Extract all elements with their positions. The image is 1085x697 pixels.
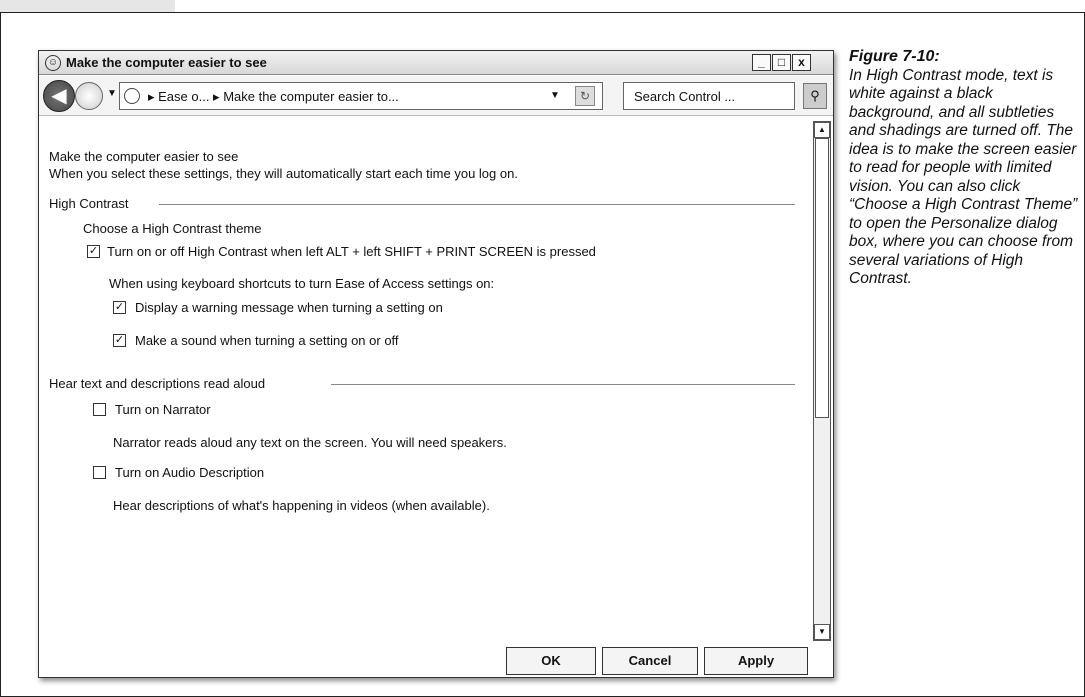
scroll-down-icon[interactable]: ▼ [814, 624, 830, 640]
section-high-contrast: High Contrast [49, 196, 799, 212]
page-heading: Make the computer easier to see [49, 149, 239, 164]
maximize-button[interactable]: □ [772, 54, 791, 71]
window-title: Make the computer easier to see [66, 55, 267, 70]
caption-body: In High Contrast mode, text is white aga… [849, 66, 1078, 288]
section-divider [331, 384, 795, 385]
narrator-label: Turn on Narrator [115, 402, 211, 417]
forward-button[interactable] [75, 82, 103, 110]
audio-description-checkbox[interactable] [93, 466, 106, 479]
make-sound-label: Make a sound when turning a setting on o… [135, 333, 399, 348]
warning-message-label: Display a warning message when turning a… [135, 300, 443, 315]
recent-pages-dropdown-icon[interactable]: ▼ [107, 88, 117, 99]
choose-theme-link[interactable]: Choose a High Contrast theme [83, 221, 261, 236]
section-title: Hear text and descriptions read aloud [49, 376, 270, 391]
settings-content: Make the computer easier to see When you… [47, 121, 809, 641]
caption-title: Figure 7-10: [849, 48, 940, 65]
section-read-aloud: Hear text and descriptions read aloud [49, 376, 799, 392]
shortcuts-note: When using keyboard shortcuts to turn Ea… [109, 276, 495, 291]
scroll-thumb[interactable] [815, 138, 829, 418]
section-divider [159, 204, 795, 205]
back-button[interactable]: ◀ [43, 80, 75, 112]
refresh-icon[interactable]: ↻ [575, 86, 595, 106]
ease-of-access-icon: ☺ [45, 55, 61, 71]
minimize-button[interactable]: _ [752, 54, 771, 71]
control-panel-icon [124, 88, 140, 104]
narrator-checkbox[interactable] [93, 403, 106, 416]
title-bar: ☺ Make the computer easier to see _ □ x [39, 51, 833, 75]
make-sound-checkbox[interactable]: ✓ [113, 334, 126, 347]
navigation-bar: ◀ ▼ ▸ Ease o... ▸ Make the computer easi… [39, 76, 833, 116]
intro-text: When you select these settings, they wil… [49, 166, 518, 181]
control-panel-window: ☺ Make the computer easier to see _ □ x … [38, 50, 834, 678]
narrator-description: Narrator reads aloud any text on the scr… [113, 435, 507, 450]
address-bar[interactable]: ▸ Ease o... ▸ Make the computer easier t… [119, 82, 603, 110]
page-tab-decoration [0, 0, 175, 12]
search-input[interactable]: Search Control ... [623, 82, 795, 110]
ok-button[interactable]: OK [506, 647, 596, 675]
high-contrast-toggle-checkbox[interactable]: ✓ [87, 245, 100, 258]
high-contrast-toggle-label: Turn on or off High Contrast when left A… [107, 244, 596, 259]
apply-button[interactable]: Apply [704, 647, 808, 675]
cancel-button[interactable]: Cancel [602, 647, 698, 675]
vertical-scrollbar[interactable]: ▲ ▼ [813, 121, 831, 641]
section-title: High Contrast [49, 196, 133, 211]
breadcrumb[interactable]: ▸ Ease o... ▸ Make the computer easier t… [148, 89, 399, 105]
figure-caption: Figure 7-10: In High Contrast mode, text… [849, 48, 1081, 289]
scroll-up-icon[interactable]: ▲ [814, 122, 830, 138]
audio-description-text: Hear descriptions of what's happening in… [113, 498, 490, 513]
audio-description-label: Turn on Audio Description [115, 465, 265, 480]
search-icon[interactable]: ⚲ [803, 83, 827, 109]
warning-message-checkbox[interactable]: ✓ [113, 301, 126, 314]
search-placeholder: Search Control ... [634, 89, 736, 104]
close-button[interactable]: x [792, 54, 811, 71]
address-dropdown-icon[interactable]: ▼ [550, 90, 560, 101]
